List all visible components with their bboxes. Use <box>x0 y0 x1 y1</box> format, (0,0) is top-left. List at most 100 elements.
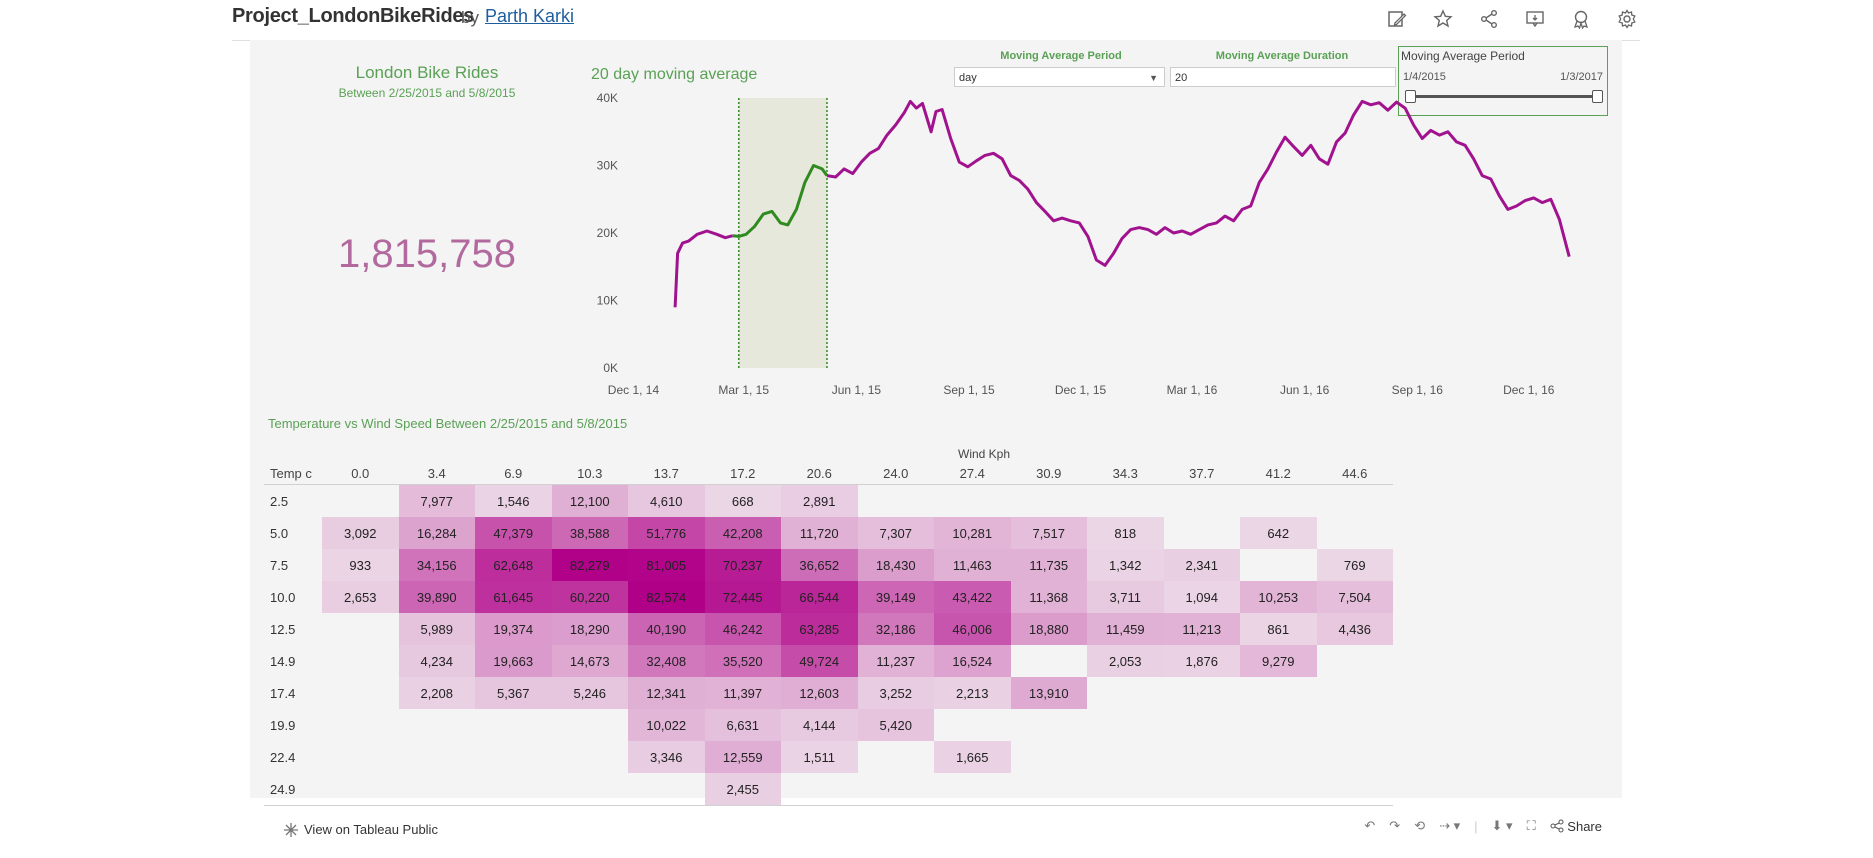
heatmap-cell[interactable]: 11,213 <box>1163 613 1240 645</box>
heatmap-cell[interactable] <box>398 773 475 806</box>
heatmap-cell[interactable]: 1,665 <box>934 741 1011 773</box>
heatmap-cell[interactable]: 1,511 <box>781 741 858 773</box>
author-link[interactable]: Parth Karki <box>485 6 574 27</box>
heatmap-cell[interactable] <box>475 709 552 741</box>
heatmap-cell[interactable]: 18,430 <box>857 549 934 581</box>
heatmap-cell[interactable]: 82,279 <box>551 549 628 581</box>
heatmap-cell[interactable]: 2,213 <box>934 677 1011 709</box>
redo-icon[interactable]: ↷ <box>1389 818 1400 834</box>
heatmap-cell[interactable]: 2,208 <box>398 677 475 709</box>
heatmap-cell[interactable] <box>1240 677 1317 709</box>
heatmap-cell[interactable] <box>1240 549 1317 581</box>
heatmap-cell[interactable]: 63,285 <box>781 613 858 645</box>
heatmap-cell[interactable]: 818 <box>1087 517 1164 549</box>
heatmap-cell[interactable]: 5,246 <box>551 677 628 709</box>
heatmap-cell[interactable] <box>934 773 1011 806</box>
heatmap-cell[interactable]: 12,100 <box>551 484 628 517</box>
undo-icon[interactable]: ↶ <box>1364 818 1375 834</box>
edit-icon[interactable] <box>1384 6 1410 32</box>
heatmap-cell[interactable] <box>475 741 552 773</box>
heatmap-cell[interactable] <box>1087 741 1164 773</box>
heatmap-cell[interactable]: 39,890 <box>398 581 475 613</box>
download-icon[interactable]: ⬇ ▾ <box>1492 818 1513 834</box>
refresh-icon[interactable]: ⇢ ▾ <box>1439 818 1460 834</box>
heatmap-cell[interactable]: 2,891 <box>781 484 858 517</box>
moving-average-line-chart[interactable]: 0K 10K 20K 30K 40K Dec 1, 14 Mar 1, 15 Jun 1, 1… <box>590 90 1600 400</box>
heatmap-cell[interactable]: 668 <box>704 484 781 517</box>
heatmap-cell[interactable]: 72,445 <box>704 581 781 613</box>
heatmap-cell[interactable]: 34,156 <box>398 549 475 581</box>
heatmap-cell[interactable]: 16,284 <box>398 517 475 549</box>
heatmap-cell[interactable] <box>551 773 628 806</box>
heatmap-cell[interactable] <box>322 485 399 518</box>
heatmap-cell[interactable]: 861 <box>1240 613 1317 645</box>
heatmap-cell[interactable]: 7,307 <box>857 517 934 549</box>
view-on-tableau-link[interactable]: View on Tableau Public <box>284 822 438 837</box>
heatmap-cell[interactable]: 70,237 <box>704 549 781 581</box>
heatmap-cell[interactable]: 3,346 <box>628 741 705 773</box>
heatmap-cell[interactable]: 11,459 <box>1087 613 1164 645</box>
heatmap-cell[interactable] <box>1317 677 1394 709</box>
heatmap-cell[interactable] <box>1164 677 1241 709</box>
share-icon[interactable] <box>1476 6 1502 32</box>
heatmap-cell[interactable]: 1,546 <box>475 484 552 517</box>
heatmap-cell[interactable] <box>781 773 858 806</box>
heatmap-cell[interactable] <box>1087 485 1164 518</box>
heatmap-cell[interactable] <box>857 773 934 806</box>
heatmap-cell[interactable] <box>1087 677 1164 709</box>
heatmap-cell[interactable] <box>399 709 476 741</box>
heatmap-cell[interactable] <box>1317 645 1394 677</box>
heatmap-cell[interactable]: 43,422 <box>934 581 1011 613</box>
heatmap-cell[interactable]: 42,208 <box>704 517 781 549</box>
heatmap-cell[interactable]: 35,520 <box>704 645 781 677</box>
heatmap-cell[interactable]: 10,022 <box>628 709 705 741</box>
heatmap-cell[interactable] <box>1317 485 1394 518</box>
heatmap-cell[interactable]: 18,290 <box>551 613 628 645</box>
heatmap-cell[interactable]: 5,367 <box>475 677 552 709</box>
heatmap-cell[interactable]: 3,252 <box>857 677 934 709</box>
heatmap-cell[interactable]: 9,279 <box>1240 645 1317 677</box>
heatmap-cell[interactable]: 4,234 <box>398 645 475 677</box>
heatmap-cell[interactable]: 3,711 <box>1087 581 1164 613</box>
heatmap-cell[interactable]: 11,397 <box>704 677 781 709</box>
heatmap-cell[interactable]: 2,053 <box>1087 645 1164 677</box>
heatmap-cell[interactable] <box>1164 741 1241 773</box>
heatmap-cell[interactable] <box>628 773 705 806</box>
heatmap-cell[interactable] <box>1011 709 1088 741</box>
heatmap-cell[interactable] <box>322 677 399 709</box>
heatmap-cell[interactable]: 1,094 <box>1163 581 1240 613</box>
heatmap-cell[interactable]: 12,603 <box>781 677 858 709</box>
heatmap-cell[interactable]: 3,092 <box>322 517 399 549</box>
heatmap-cell[interactable]: 39,149 <box>857 581 934 613</box>
heatmap-cell[interactable]: 19,663 <box>475 645 552 677</box>
heatmap-cell[interactable]: 60,220 <box>551 581 628 613</box>
heatmap-cell[interactable]: 49,724 <box>781 645 858 677</box>
heatmap-cell[interactable]: 2,653 <box>322 581 399 613</box>
badge-icon[interactable] <box>1568 6 1594 32</box>
heatmap-cell[interactable]: 10,253 <box>1240 581 1317 613</box>
heatmap-cell[interactable] <box>1011 645 1088 677</box>
heatmap-cell[interactable] <box>1011 485 1088 518</box>
heatmap-cell[interactable] <box>1240 741 1317 773</box>
heatmap-cell[interactable] <box>1163 773 1240 806</box>
heatmap-cell[interactable]: 4,436 <box>1316 613 1393 645</box>
heatmap-cell[interactable]: 4,144 <box>781 709 858 741</box>
heatmap-cell[interactable]: 11,720 <box>781 517 858 549</box>
heatmap-cell[interactable] <box>322 613 399 645</box>
heatmap-cell[interactable] <box>552 709 629 741</box>
heatmap-cell[interactable]: 11,237 <box>857 645 934 677</box>
heatmap-cell[interactable] <box>1164 709 1241 741</box>
star-icon[interactable] <box>1430 6 1456 32</box>
heatmap-cell[interactable]: 2,341 <box>1163 549 1240 581</box>
heatmap-cell[interactable]: 2,455 <box>704 773 781 806</box>
heatmap-cell[interactable] <box>399 741 476 773</box>
heatmap-cell[interactable] <box>1240 709 1317 741</box>
heatmap-cell[interactable]: 769 <box>1316 549 1393 581</box>
period-dropdown[interactable]: day ▼ <box>954 67 1165 87</box>
heatmap-cell[interactable] <box>1317 741 1394 773</box>
heatmap-cell[interactable]: 18,880 <box>1010 613 1087 645</box>
heatmap-cell[interactable] <box>322 709 399 741</box>
heatmap-cell[interactable] <box>1010 773 1087 806</box>
heatmap-cell[interactable]: 82,574 <box>628 581 705 613</box>
heatmap-cell[interactable]: 13,910 <box>1010 677 1087 709</box>
